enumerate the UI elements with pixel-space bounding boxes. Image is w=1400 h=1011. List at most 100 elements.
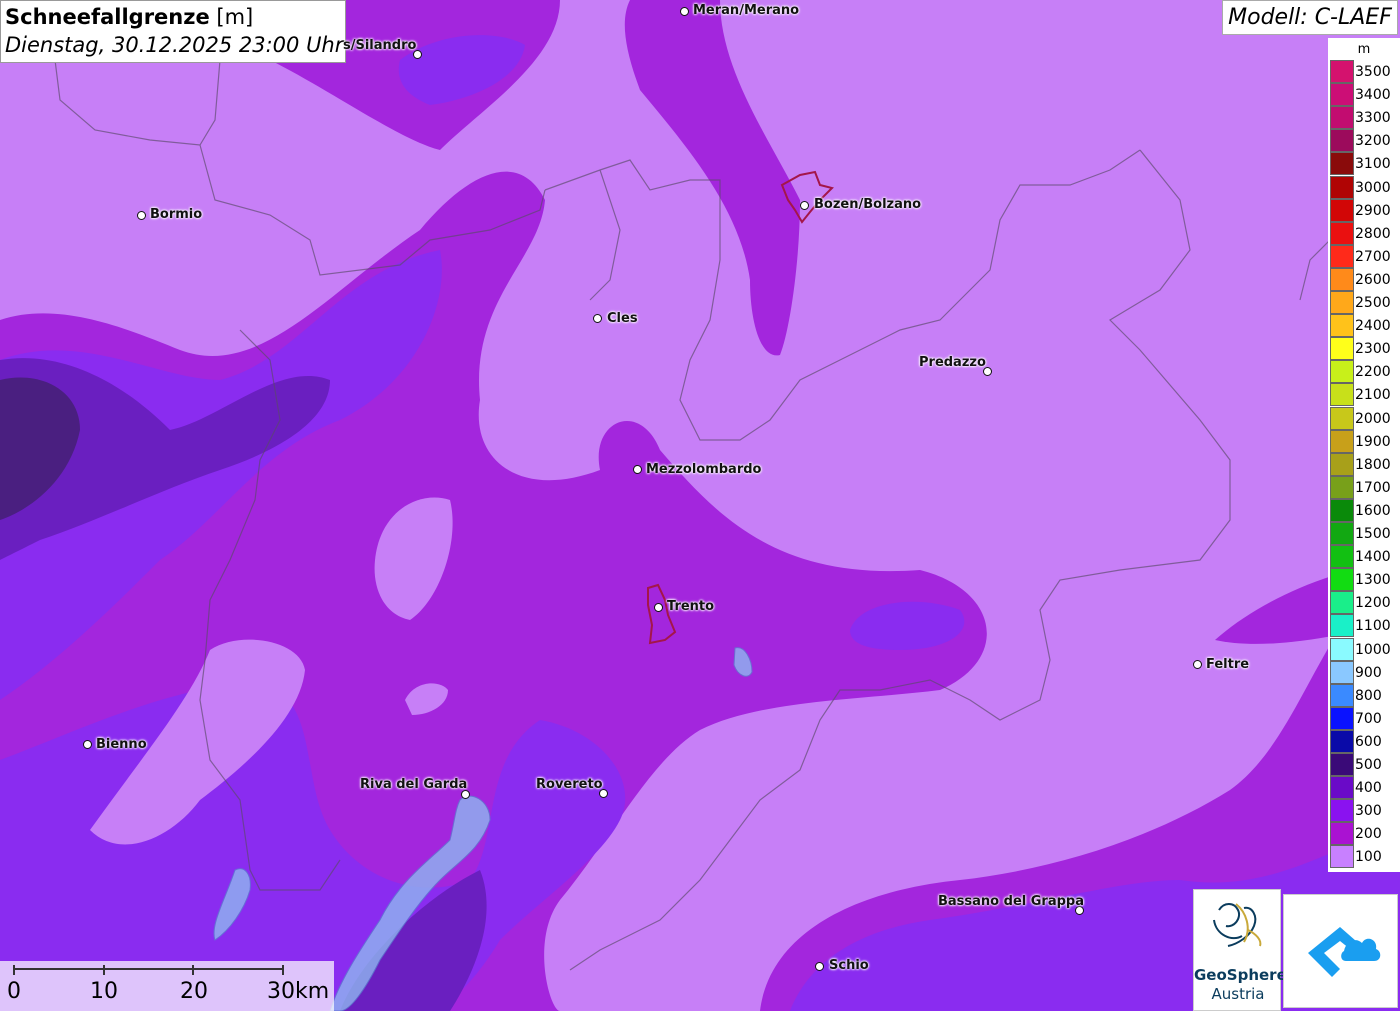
city-dot [680, 7, 689, 16]
legend-swatch [1330, 129, 1354, 153]
legend-swatch [1330, 406, 1354, 430]
city-label-bienno[interactable]: Bienno [96, 737, 147, 752]
legend-swatch [1330, 337, 1354, 361]
legend-label: 300 [1355, 803, 1382, 820]
city-label-bassano[interactable]: Bassano del Grappa [938, 894, 1084, 909]
legend-label: 1200 [1355, 595, 1391, 612]
city-dot [137, 211, 146, 220]
legend-swatch [1330, 706, 1354, 730]
scale-bar: 0 10 20 30km [0, 961, 334, 1011]
snowfall-line-map[interactable] [0, 0, 1400, 1011]
legend-label: 3100 [1355, 156, 1391, 173]
city-label-feltre[interactable]: Feltre [1206, 657, 1249, 672]
legend-swatch [1330, 660, 1354, 684]
legend-swatch [1330, 753, 1354, 776]
city-label-mezzolombardo[interactable]: Mezzolombardo [646, 462, 761, 477]
city-label-bormio[interactable]: Bormio [150, 207, 202, 222]
scale-tick-0: 0 [7, 979, 21, 1004]
legend-label: 1100 [1355, 618, 1391, 635]
legend-swatch [1330, 845, 1354, 869]
city-label-schio[interactable]: Schio [829, 958, 869, 973]
legend-swatch [1330, 429, 1354, 453]
legend-swatch [1330, 152, 1354, 176]
legend-swatch [1330, 729, 1354, 753]
legend-label: 400 [1355, 780, 1382, 797]
city-dot [83, 740, 92, 749]
legend-label: 700 [1355, 710, 1382, 727]
legend-label: 1700 [1355, 479, 1391, 496]
legend-swatch [1330, 683, 1354, 707]
geosphere-logo-text: GeoSphere [1194, 966, 1287, 984]
map-title-bold: Schneefallgrenze [5, 5, 210, 29]
legend-swatch [1330, 244, 1354, 268]
legend-label: 800 [1355, 687, 1382, 704]
legend-label: 200 [1355, 826, 1382, 843]
model-label: Modell: C-LAEF [1222, 0, 1398, 35]
city-label-predazzo[interactable]: Predazzo [919, 355, 986, 370]
legend-swatch [1330, 221, 1354, 245]
geosphere-logo[interactable]: GeoSphere Austria [1193, 889, 1287, 1011]
legend-label: 3200 [1355, 133, 1391, 150]
city-dot [633, 465, 642, 474]
legend-label: 2000 [1355, 410, 1391, 427]
legend-swatch [1330, 314, 1354, 338]
city-label-trento[interactable]: Trento [667, 599, 714, 614]
legend-label: 2100 [1355, 387, 1391, 404]
legend-swatch [1330, 822, 1354, 846]
city-dot [1193, 660, 1202, 669]
legend-label: 2200 [1355, 364, 1391, 381]
city-dot [593, 314, 602, 323]
scale-bar-line [13, 965, 284, 975]
legend-swatch [1330, 83, 1354, 107]
legend-label: 1500 [1355, 526, 1391, 542]
legend-swatch [1330, 591, 1354, 615]
legend-label: 1800 [1355, 456, 1391, 473]
city-dot [654, 603, 663, 612]
scale-tick-10: 10 [90, 979, 118, 1004]
legend-label: 3000 [1355, 179, 1391, 196]
legend-label: 2700 [1355, 248, 1391, 265]
legend-swatch [1330, 522, 1354, 545]
legend-label: 500 [1355, 757, 1382, 773]
legend-swatch [1330, 175, 1354, 199]
legend-label: 3400 [1355, 87, 1391, 104]
city-label-rovereto[interactable]: Rovereto [536, 777, 603, 792]
legend-label: 2500 [1355, 295, 1391, 311]
legend-label: 900 [1355, 664, 1382, 681]
legend-label: 2800 [1355, 225, 1391, 242]
legend-swatch [1330, 106, 1354, 130]
city-label-bolzano[interactable]: Bozen/Bolzano [814, 197, 921, 212]
legend-swatch [1330, 799, 1354, 823]
legend-swatch [1330, 545, 1354, 569]
city-dot [800, 201, 809, 210]
map-title-box: Schneefallgrenze [m] Dienstag, 30.12.202… [0, 0, 346, 63]
city-label-cles[interactable]: Cles [607, 311, 638, 326]
legend-label: 1300 [1355, 572, 1391, 589]
legend-label: 2600 [1355, 271, 1391, 288]
legend-swatch [1330, 360, 1354, 384]
cloud-house-icon [1308, 927, 1381, 977]
legend-label: 3300 [1355, 110, 1391, 127]
legend-swatch [1330, 291, 1354, 314]
legend-swatch [1330, 776, 1354, 800]
legend-swatch [1330, 637, 1354, 661]
scale-tick-30: 30km [267, 979, 330, 1004]
legend-label: 1600 [1355, 502, 1391, 519]
legend-label: 1000 [1355, 641, 1391, 658]
geosphere-logo-subtext: Austria [1211, 985, 1265, 1003]
legend-label: 600 [1355, 733, 1382, 750]
legend-label: 1400 [1355, 549, 1391, 566]
map-title-unit: [m] [216, 5, 254, 29]
legend-unit: m [1357, 42, 1371, 57]
city-label-silandro[interactable]: s/Silandro [343, 38, 416, 53]
color-legend: m 3500 3400 3300 3200 3100 3000 2900 2800 2700 26… [1328, 38, 1400, 872]
weather-app-logo[interactable] [1283, 894, 1398, 1008]
city-label-riva[interactable]: Riva del Garda [360, 777, 467, 792]
legend-swatch [1330, 452, 1354, 476]
legend-swatch [1330, 60, 1354, 83]
geosphere-logo-icon [1213, 903, 1262, 947]
legend-label: 2900 [1355, 202, 1391, 219]
legend-swatch [1330, 198, 1354, 222]
map-title: Schneefallgrenze [m] [5, 3, 341, 31]
city-label-meran[interactable]: Meran/Merano [693, 3, 799, 18]
